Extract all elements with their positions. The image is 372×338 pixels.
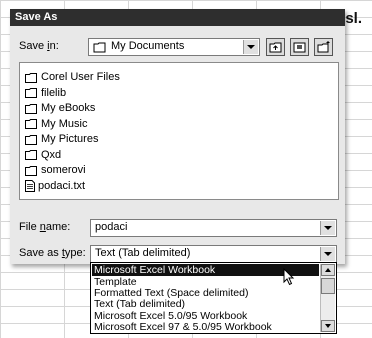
scroll-up-icon	[325, 268, 331, 272]
save-in-dropdown-arrow[interactable]	[243, 40, 258, 54]
save-as-type-dropdown[interactable]: Text (Tab delimited)	[90, 245, 337, 263]
corner-label: sl.	[345, 10, 362, 27]
save-as-type-label: Save as type:	[19, 247, 86, 259]
folder-icon	[25, 119, 37, 129]
save-in-dropdown[interactable]: My Documents	[88, 38, 260, 56]
file-item-label: My Music	[41, 117, 88, 130]
scroll-up-button[interactable]	[321, 264, 335, 276]
scroll-down-icon	[325, 324, 331, 328]
file-list[interactable]: Corel User Files filelib My eBooks My Music…	[19, 62, 339, 200]
file-item-label: podaci.txt	[38, 179, 86, 192]
file-name-value: podaci	[95, 221, 128, 233]
scroll-thumb[interactable]	[321, 278, 335, 294]
new-folder-icon	[317, 41, 329, 53]
file-item-label: My Pictures	[41, 133, 99, 145]
folder-item[interactable]: My Pictures	[25, 132, 98, 146]
folder-item[interactable]: Qxd	[25, 148, 61, 162]
scroll-down-button[interactable]	[321, 320, 335, 332]
folder-item[interactable]: Corel User Files	[25, 70, 120, 84]
file-item-label: somerovi	[41, 164, 86, 176]
folder-item[interactable]: filelib	[25, 86, 66, 100]
folder-icon	[25, 72, 37, 83]
dialog-title: Save As	[10, 9, 345, 26]
folder-item[interactable]: My Music	[25, 117, 87, 131]
save-as-type-options-list[interactable]: Microsoft Excel Workbook Template Format…	[90, 262, 337, 334]
folder-icon	[25, 150, 37, 160]
file-name-dropdown-arrow[interactable]	[320, 221, 335, 235]
text-file-icon	[25, 179, 35, 192]
save-as-dialog: Save As Save in: My Documents Corel User…	[10, 9, 345, 264]
file-item-label: My eBooks	[41, 102, 96, 114]
folder-icon	[25, 134, 37, 145]
save-in-value: My Documents	[111, 40, 185, 52]
new-folder-button[interactable]	[314, 38, 333, 56]
file-name-input[interactable]: podaci	[90, 219, 337, 237]
folder-item[interactable]: My eBooks	[25, 101, 95, 115]
folder-icon	[25, 165, 37, 176]
folder-item[interactable]: somerovi	[25, 163, 86, 177]
mouse-pointer-icon	[283, 268, 295, 286]
up-folder-icon	[269, 42, 282, 52]
file-name-label: File name:	[19, 221, 71, 233]
folder-icon	[25, 88, 37, 98]
option-text-tab-delimited[interactable]: Text (Tab delimited)	[92, 298, 319, 310]
file-item-label: Qxd	[41, 148, 62, 161]
up-folder-button[interactable]	[266, 38, 285, 56]
options-scrollbar[interactable]	[320, 264, 335, 332]
file-item-label: filelib	[41, 86, 67, 99]
save-as-type-value: Text (Tab delimited)	[95, 247, 191, 259]
save-in-label: Save in:	[19, 40, 59, 52]
folder-icon	[25, 103, 37, 114]
desktop-button[interactable]	[290, 38, 309, 56]
option-excel-97-5-95[interactable]: Microsoft Excel 97 & 5.0/95 Workbook	[92, 321, 319, 333]
file-item[interactable]: podaci.txt	[25, 179, 85, 193]
desktop-icon	[293, 42, 306, 52]
folder-icon	[93, 42, 106, 53]
file-item-label: Corel User Files	[41, 71, 120, 83]
save-as-type-dropdown-arrow[interactable]	[320, 247, 335, 261]
